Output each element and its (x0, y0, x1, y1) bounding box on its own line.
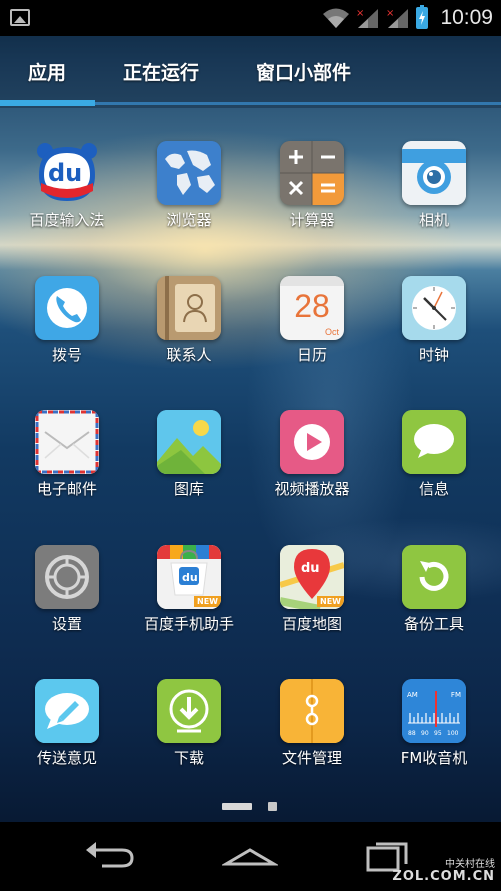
fm-dial-100: 100 (447, 730, 459, 737)
drawer-tab-bar: 应用 正在运行 窗口小部件 (0, 36, 501, 108)
backup-icon (402, 545, 466, 609)
settings-icon (35, 545, 99, 609)
app-dialer[interactable]: 拨号 (5, 276, 129, 396)
page-dot-inactive[interactable] (268, 802, 277, 811)
app-calculator[interactable]: 计算器 (250, 141, 374, 261)
app-label: 计算器 (289, 211, 335, 229)
app-label: 下载 (173, 749, 204, 767)
download-icon (157, 679, 221, 743)
app-camera[interactable]: 相机 (372, 141, 496, 261)
status-bar: × × 10:09 (0, 0, 501, 36)
calendar-icon: 28 Oct (280, 276, 344, 340)
app-label: 日历 (296, 346, 327, 364)
app-label: 百度手机助手 (143, 615, 234, 633)
app-label: 拨号 (51, 346, 82, 364)
svg-text:×: × (386, 8, 394, 19)
page-indicator (0, 801, 501, 813)
app-baidu-assistant[interactable]: du NEW 百度手机助手 (127, 545, 251, 665)
app-email[interactable]: 电子邮件 (5, 410, 129, 530)
svg-text:du: du (182, 571, 198, 584)
app-label: 备份工具 (403, 615, 464, 633)
signal-icon-2: × (386, 8, 409, 28)
app-baidu-input[interactable]: du 百度输入法 (5, 141, 129, 261)
app-clock[interactable]: 时钟 (372, 276, 496, 396)
app-label: 百度输入法 (29, 211, 105, 229)
contacts-icon (157, 276, 221, 340)
video-player-icon (280, 410, 344, 474)
svg-text:du: du (48, 159, 82, 187)
app-baidu-map[interactable]: du NEW 百度地图 (250, 545, 374, 665)
app-label: 传送意见 (36, 749, 97, 767)
baidu-input-icon: du (35, 141, 99, 205)
app-messages[interactable]: 信息 (372, 410, 496, 530)
fm-radio-icon: AM FM 88 90 95 100 (402, 679, 466, 743)
app-video-player[interactable]: 视频播放器 (250, 410, 374, 530)
tab-widgets[interactable]: 窗口小部件 (256, 58, 351, 85)
app-download[interactable]: 下载 (127, 679, 251, 799)
browser-globe-icon (157, 141, 221, 205)
app-label: 图库 (173, 480, 204, 498)
new-badge: NEW (194, 596, 221, 607)
signal-icon-1: × (356, 8, 379, 28)
navigation-bar: 中关村在线 ZOL.COM.CN (0, 822, 501, 891)
app-settings[interactable]: 设置 (5, 545, 129, 665)
app-label: 电子邮件 (36, 480, 97, 498)
calendar-month: Oct (324, 327, 339, 337)
app-label: 联系人 (166, 346, 212, 364)
app-browser[interactable]: 浏览器 (127, 141, 251, 261)
fm-dial-95: 95 (434, 730, 442, 737)
baidu-map-icon: du NEW (280, 545, 344, 609)
back-icon[interactable] (82, 836, 138, 876)
messages-icon (402, 410, 466, 474)
fm-dial-88: 88 (408, 730, 416, 737)
image-icon (10, 9, 30, 26)
fm-dial-90: 90 (421, 730, 429, 737)
phone-icon (35, 276, 99, 340)
app-gallery[interactable]: 图库 (127, 410, 251, 530)
email-icon (35, 410, 99, 474)
app-label: 设置 (51, 615, 82, 633)
gallery-icon (157, 410, 221, 474)
svg-text:du: du (301, 561, 320, 576)
watermark-line2: ZOL.COM.CN (392, 869, 495, 884)
calendar-day: 28 (294, 288, 330, 324)
baidu-assistant-icon: du NEW (157, 545, 221, 609)
camera-icon (402, 141, 466, 205)
page-dot-active[interactable] (222, 803, 252, 810)
battery-charging-icon (416, 5, 429, 29)
tab-selected-indicator (0, 100, 95, 106)
calculator-icon (280, 141, 344, 205)
app-file-manager[interactable]: 文件管理 (250, 679, 374, 799)
svg-text:×: × (356, 8, 364, 19)
app-label: 百度地图 (281, 615, 342, 633)
tab-apps[interactable]: 应用 (28, 58, 66, 85)
tab-running[interactable]: 正在运行 (123, 58, 199, 85)
fm-dial-am: AM (407, 691, 418, 699)
app-label: 浏览器 (166, 211, 212, 229)
app-label: 相机 (418, 211, 449, 229)
new-badge: NEW (317, 596, 344, 607)
home-icon[interactable] (222, 836, 278, 876)
app-backup[interactable]: 备份工具 (372, 545, 496, 665)
app-label: 信息 (418, 480, 449, 498)
clock-time: 10:09 (440, 6, 493, 29)
app-label: FM收音机 (400, 749, 468, 767)
app-feedback[interactable]: 传送意见 (5, 679, 129, 799)
wifi-icon (323, 8, 350, 28)
app-label: 文件管理 (281, 749, 342, 767)
fm-dial-fm: FM (450, 691, 461, 699)
app-label: 时钟 (418, 346, 449, 364)
feedback-icon (35, 679, 99, 743)
watermark: 中关村在线 ZOL.COM.CN (392, 859, 495, 883)
app-label: 视频播放器 (274, 480, 350, 498)
clock-icon (402, 276, 466, 340)
app-contacts[interactable]: 联系人 (127, 276, 251, 396)
app-calendar[interactable]: 28 Oct 日历 (250, 276, 374, 396)
app-fm-radio[interactable]: AM FM 88 90 95 100 FM收音机 (372, 679, 496, 799)
file-manager-icon (280, 679, 344, 743)
